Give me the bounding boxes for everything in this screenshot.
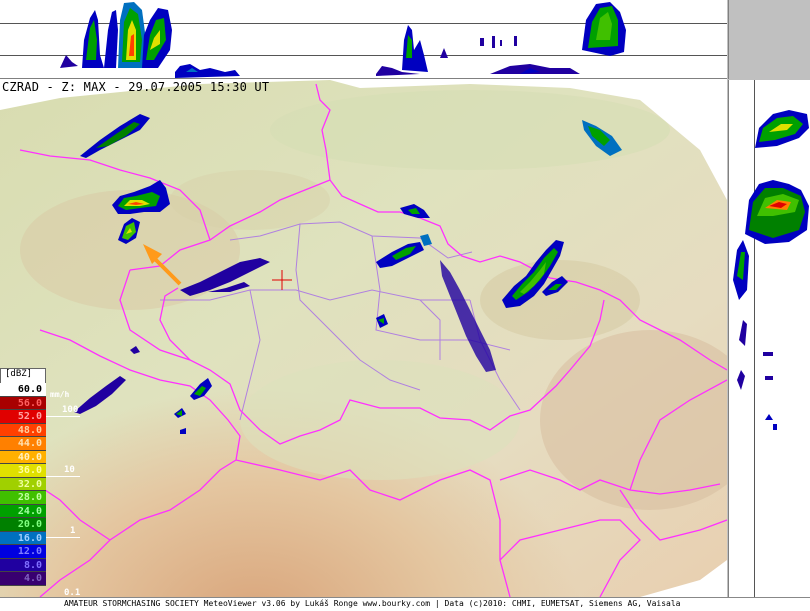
legend-level: 24.0 [0,504,46,518]
legend-level: 44.0 [0,437,46,451]
legend-level: 48.0 [0,423,46,437]
legend-rows: 60.0 56.0 52.0 48.0 44.0 40.0 36.0 32.0 28.0 24.0… [0,383,46,586]
legend-level: 28.0 [0,491,46,505]
page-title: CZRAD - Z: MAX - 29.07.2005 15:30 UT [2,80,270,94]
legend-level: 4.0 [0,572,46,586]
legend-level: 40.0 [0,450,46,464]
legend-level: 36.0 [0,464,46,478]
corner-panel [728,0,810,79]
mm-unit-label: mm/h [50,390,70,399]
map-canvas [0,79,727,597]
top-echo-profile [60,2,626,78]
radar-map[interactable] [0,79,727,597]
rain-scale-label: 10 [64,465,75,475]
rain-scale-label: 1 [70,526,76,536]
right-cross-section-panel [728,80,810,597]
right-echo-profile [733,110,809,430]
legend-level: 52.0 [0,410,46,424]
legend-level: 20.0 [0,518,46,532]
legend-level: 16.0 [0,531,46,545]
top-cross-section-panel [0,0,727,79]
legend-level: 56.0 [0,396,46,410]
dbz-legend: [dBZ] 60.0 56.0 52.0 48.0 44.0 40.0 36.0 32.0 28… [0,368,46,586]
rain-scale-tick [46,476,80,477]
rain-scale-label: 100 [62,405,79,415]
footer-bar: AMATEUR STORMCHASING SOCIETY MeteoViewer… [0,597,810,611]
legend-level: 12.0 [0,545,46,559]
legend-level: 60.0 [0,383,46,397]
footer-credits: AMATEUR STORMCHASING SOCIETY MeteoViewer… [64,599,681,608]
rain-scale-tick [46,416,80,417]
legend-level: 32.0 [0,477,46,491]
rain-scale-tick [46,537,80,538]
legend-unit: [dBZ] [0,368,46,383]
legend-level: 8.0 [0,558,46,572]
